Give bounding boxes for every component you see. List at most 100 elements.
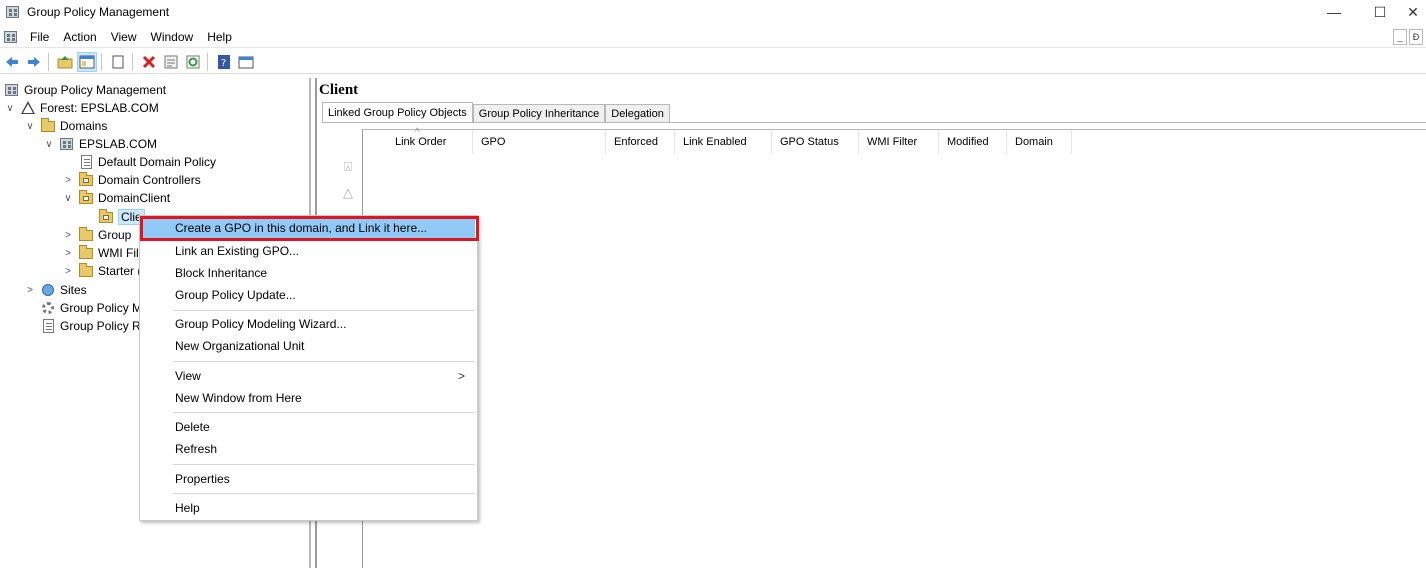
column-header-enforced[interactable]: Enforced xyxy=(606,130,675,154)
delete-icon[interactable] xyxy=(139,52,159,72)
menu-action[interactable]: Action xyxy=(56,26,103,48)
menu-link-existing-gpo[interactable]: Link an Existing GPO... xyxy=(142,240,475,262)
show-tree-icon[interactable] xyxy=(77,51,97,72)
menu-properties[interactable]: Properties xyxy=(142,468,475,490)
menu-help[interactable]: Help xyxy=(200,26,239,48)
menu-view[interactable]: View > xyxy=(142,365,475,387)
move-link-up-icon[interactable]: △ xyxy=(340,185,356,201)
gpm-app-icon xyxy=(5,4,21,20)
linked-gpos-panel: ⍓ △ Link Order ^ GPO Enforced Link Enabl… xyxy=(322,122,1426,568)
starter-folder-icon xyxy=(78,263,94,279)
tree-item-client[interactable]: Clie xyxy=(98,208,145,226)
tab-linked-gpos[interactable]: Linked Group Policy Objects xyxy=(322,102,473,123)
tree-item-group-policy-objects[interactable]: > Group xyxy=(62,226,131,244)
menu-view[interactable]: View xyxy=(104,26,144,48)
linked-gpo-list[interactable]: Link Order ^ GPO Enforced Link Enabled G… xyxy=(362,127,1426,568)
menu-separator xyxy=(173,493,475,494)
ou-icon xyxy=(78,190,94,206)
mdi-system-menu-icon[interactable] xyxy=(3,29,19,45)
refresh-icon[interactable] xyxy=(183,52,203,72)
sites-icon xyxy=(40,282,56,298)
expand-chevron-icon[interactable]: ∨ xyxy=(24,121,36,132)
submenu-arrow-icon: > xyxy=(457,369,465,383)
menu-delete[interactable]: Delete xyxy=(142,416,475,438)
expand-chevron-icon[interactable]: ∨ xyxy=(43,139,55,150)
highlight-box xyxy=(140,216,479,241)
menu-bar: File Action View Window Help xyxy=(0,26,1426,48)
gpo-link-icon xyxy=(78,154,94,170)
forest-icon xyxy=(20,100,36,116)
ou-icon xyxy=(78,172,94,188)
export-list-icon[interactable] xyxy=(236,52,256,72)
back-arrow-icon[interactable] xyxy=(2,52,22,72)
tree-item-default-domain-policy[interactable]: Default Domain Policy xyxy=(78,153,216,171)
expand-chevron-icon[interactable]: ∨ xyxy=(4,103,16,114)
menu-window[interactable]: Window xyxy=(144,26,201,48)
toolbar-separator xyxy=(207,52,208,71)
column-header-modified[interactable]: Modified xyxy=(939,130,1007,154)
collapse-chevron-icon[interactable]: > xyxy=(62,248,74,259)
sort-ascending-icon: ^ xyxy=(415,127,420,138)
menu-refresh[interactable]: Refresh xyxy=(142,438,475,460)
maximize-button[interactable]: ☐ xyxy=(1357,0,1403,24)
expand-chevron-icon[interactable]: ∨ xyxy=(62,193,74,204)
domains-icon xyxy=(40,118,56,134)
move-link-to-top-icon[interactable]: ⍓ xyxy=(340,159,356,175)
collapse-chevron-icon[interactable]: > xyxy=(62,230,74,241)
copy-icon[interactable] xyxy=(108,52,128,72)
toolbar-separator xyxy=(101,52,102,71)
menu-file[interactable]: File xyxy=(23,26,56,48)
column-header-wmi-filter[interactable]: WMI Filter xyxy=(859,130,939,154)
mdi-restore-button[interactable]: Ɖ xyxy=(1409,29,1423,45)
tree-item-gpm-root[interactable]: Group Policy Management xyxy=(4,81,166,99)
tree-item-sites[interactable]: > Sites xyxy=(24,281,87,299)
tree-item-domain-epslab[interactable]: ∨ EPSLAB.COM xyxy=(43,135,157,153)
tree-item-wmi-filters[interactable]: > WMI Fil xyxy=(62,244,139,262)
column-header-link-enabled[interactable]: Link Enabled xyxy=(675,130,772,154)
column-header-domain[interactable]: Domain xyxy=(1007,130,1072,154)
menu-help[interactable]: Help xyxy=(142,497,475,519)
details-pane: Client Linked Group Policy Objects Group… xyxy=(315,78,1426,568)
properties-icon[interactable] xyxy=(161,52,181,72)
wmi-folder-icon xyxy=(78,245,94,261)
column-header-link-order[interactable]: Link Order ^ xyxy=(363,127,473,154)
tree-item-gp-modeling[interactable]: Group Policy M xyxy=(40,299,142,317)
tree-item-domain-controllers[interactable]: > Domain Controllers xyxy=(62,171,201,189)
collapse-chevron-icon[interactable]: > xyxy=(62,266,74,277)
menu-gp-modeling-wizard[interactable]: Group Policy Modeling Wizard... xyxy=(142,313,475,335)
menu-new-window-from-here[interactable]: New Window from Here xyxy=(142,387,475,409)
tree-item-starter-gpos[interactable]: > Starter ( xyxy=(62,262,141,280)
menu-separator xyxy=(173,464,475,465)
up-folder-icon[interactable] xyxy=(55,52,75,72)
menu-separator xyxy=(173,361,475,362)
svg-text:?: ? xyxy=(221,58,226,69)
tree-item-domainclient[interactable]: ∨ DomainClient xyxy=(62,189,170,207)
tab-delegation[interactable]: Delegation xyxy=(605,104,670,123)
toolbar-separator xyxy=(132,52,133,71)
toolbar: ? xyxy=(0,50,1426,74)
minimize-button[interactable]: — xyxy=(1311,0,1357,24)
tree-item-gp-results[interactable]: Group Policy R xyxy=(40,317,141,335)
menu-new-ou[interactable]: New Organizational Unit xyxy=(142,335,475,357)
collapse-chevron-icon[interactable]: > xyxy=(62,175,74,186)
domain-icon xyxy=(59,136,75,152)
ou-icon xyxy=(98,209,114,225)
collapse-chevron-icon[interactable]: > xyxy=(24,285,36,296)
forward-arrow-icon[interactable] xyxy=(24,52,44,72)
help-icon[interactable]: ? xyxy=(214,52,234,72)
close-button[interactable]: ✕ xyxy=(1400,0,1426,24)
tab-gp-inheritance[interactable]: Group Policy Inheritance xyxy=(472,104,606,123)
menu-group-policy-update[interactable]: Group Policy Update... xyxy=(142,284,475,306)
context-menu: Create a GPO in this domain, and Link it… xyxy=(139,215,479,521)
details-tabs: Linked Group Policy Objects Group Policy… xyxy=(322,102,670,123)
tree-item-domains[interactable]: ∨ Domains xyxy=(24,117,107,135)
column-header-gpo-status[interactable]: GPO Status xyxy=(772,130,859,154)
column-header-gpo[interactable]: GPO xyxy=(473,130,606,154)
tree-item-forest[interactable]: ∨ Forest: EPSLAB.COM xyxy=(4,99,159,117)
details-title: Client xyxy=(319,82,359,98)
title-bar: Group Policy Management xyxy=(0,0,1426,24)
menu-block-inheritance[interactable]: Block Inheritance xyxy=(142,262,475,284)
gpm-icon xyxy=(4,82,20,98)
mdi-minimize-button[interactable]: _ xyxy=(1393,29,1407,45)
menu-separator xyxy=(173,310,475,311)
